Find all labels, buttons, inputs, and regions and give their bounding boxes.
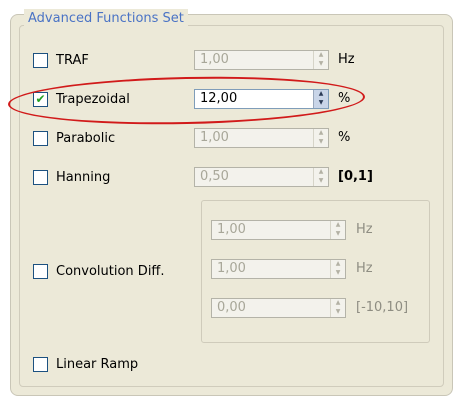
hanning-row: Hanning	[33, 166, 110, 188]
convolution-2-spin-down-icon[interactable]: ▼	[331, 269, 345, 278]
convolution-row: Convolution Diff.	[33, 260, 165, 282]
linear-ramp-checkbox[interactable]	[33, 356, 48, 372]
traf-spin-down-icon[interactable]: ▼	[314, 60, 328, 69]
linear-ramp-label: Linear Ramp	[56, 356, 139, 372]
convolution-spin-buttons-2: ▲ ▼	[330, 260, 345, 278]
group-title: Advanced Functions Set	[24, 9, 188, 29]
convolution-3-spin-up-icon[interactable]: ▲	[331, 299, 345, 308]
traf-value[interactable]: 1,00	[195, 51, 313, 69]
trapezoidal-spin-up-icon[interactable]: ▲	[314, 90, 328, 99]
traf-spin-up-icon[interactable]: ▲	[314, 51, 328, 60]
trapezoidal-unit: %	[338, 91, 351, 106]
traf-row: TRAF	[33, 49, 89, 71]
convolution-spin-buttons-1: ▲ ▼	[330, 221, 345, 239]
trapezoidal-checkbox[interactable]: ✔	[33, 91, 48, 107]
trapezoidal-row: ✔ Trapezoidal	[33, 88, 130, 110]
traf-checkbox[interactable]	[33, 52, 48, 68]
hanning-spin-buttons: ▲ ▼	[313, 168, 328, 186]
parabolic-label: Parabolic	[56, 130, 116, 146]
trapezoidal-value[interactable]: 12,00	[195, 90, 313, 108]
traf-unit: Hz	[338, 52, 355, 67]
dialog-page: Advanced Functions Set TRAF 1,00 ▲ ▼ Hz …	[0, 0, 461, 404]
hanning-unit: [0,1]	[338, 169, 373, 184]
parabolic-spin-down-icon[interactable]: ▼	[314, 138, 328, 147]
parabolic-spin-buttons: ▲ ▼	[313, 129, 328, 147]
traf-label: TRAF	[56, 52, 89, 68]
hanning-spin-down-icon[interactable]: ▼	[314, 177, 328, 186]
trapezoidal-label: Trapezoidal	[56, 91, 130, 107]
traf-spin-buttons: ▲ ▼	[313, 51, 328, 69]
trapezoidal-spinbox[interactable]: 12,00 ▲ ▼	[194, 89, 329, 109]
convolution-spinbox-3[interactable]: 0,00 ▲ ▼	[211, 298, 346, 318]
hanning-spinbox[interactable]: 0,50 ▲ ▼	[194, 167, 329, 187]
convolution-value-2[interactable]: 1,00	[212, 260, 330, 278]
convolution-unit-3: [-10,10]	[356, 300, 409, 315]
check-icon: ✔	[35, 91, 46, 106]
parabolic-value[interactable]: 1,00	[195, 129, 313, 147]
convolution-label: Convolution Diff.	[56, 263, 165, 279]
convolution-spin-buttons-3: ▲ ▼	[330, 299, 345, 317]
traf-spinbox[interactable]: 1,00 ▲ ▼	[194, 50, 329, 70]
convolution-1-spin-down-icon[interactable]: ▼	[331, 230, 345, 239]
linear-ramp-row: Linear Ramp	[33, 353, 138, 375]
convolution-unit-1: Hz	[356, 222, 373, 237]
parabolic-spin-up-icon[interactable]: ▲	[314, 129, 328, 138]
convolution-3-spin-down-icon[interactable]: ▼	[331, 308, 345, 317]
convolution-spinbox-1[interactable]: 1,00 ▲ ▼	[211, 220, 346, 240]
parabolic-checkbox[interactable]	[33, 130, 48, 146]
convolution-value-3[interactable]: 0,00	[212, 299, 330, 317]
trapezoidal-spin-buttons: ▲ ▼	[313, 90, 328, 108]
convolution-2-spin-up-icon[interactable]: ▲	[331, 260, 345, 269]
convolution-1-spin-up-icon[interactable]: ▲	[331, 221, 345, 230]
parabolic-unit: %	[338, 130, 351, 145]
trapezoidal-spin-down-icon[interactable]: ▼	[314, 99, 328, 108]
hanning-value[interactable]: 0,50	[195, 168, 313, 186]
parabolic-row: Parabolic	[33, 127, 115, 149]
convolution-unit-2: Hz	[356, 261, 373, 276]
hanning-spin-up-icon[interactable]: ▲	[314, 168, 328, 177]
convolution-value-1[interactable]: 1,00	[212, 221, 330, 239]
hanning-checkbox[interactable]	[33, 169, 48, 185]
convolution-spinbox-2[interactable]: 1,00 ▲ ▼	[211, 259, 346, 279]
convolution-checkbox[interactable]	[33, 263, 48, 279]
hanning-label: Hanning	[56, 169, 111, 185]
parabolic-spinbox[interactable]: 1,00 ▲ ▼	[194, 128, 329, 148]
